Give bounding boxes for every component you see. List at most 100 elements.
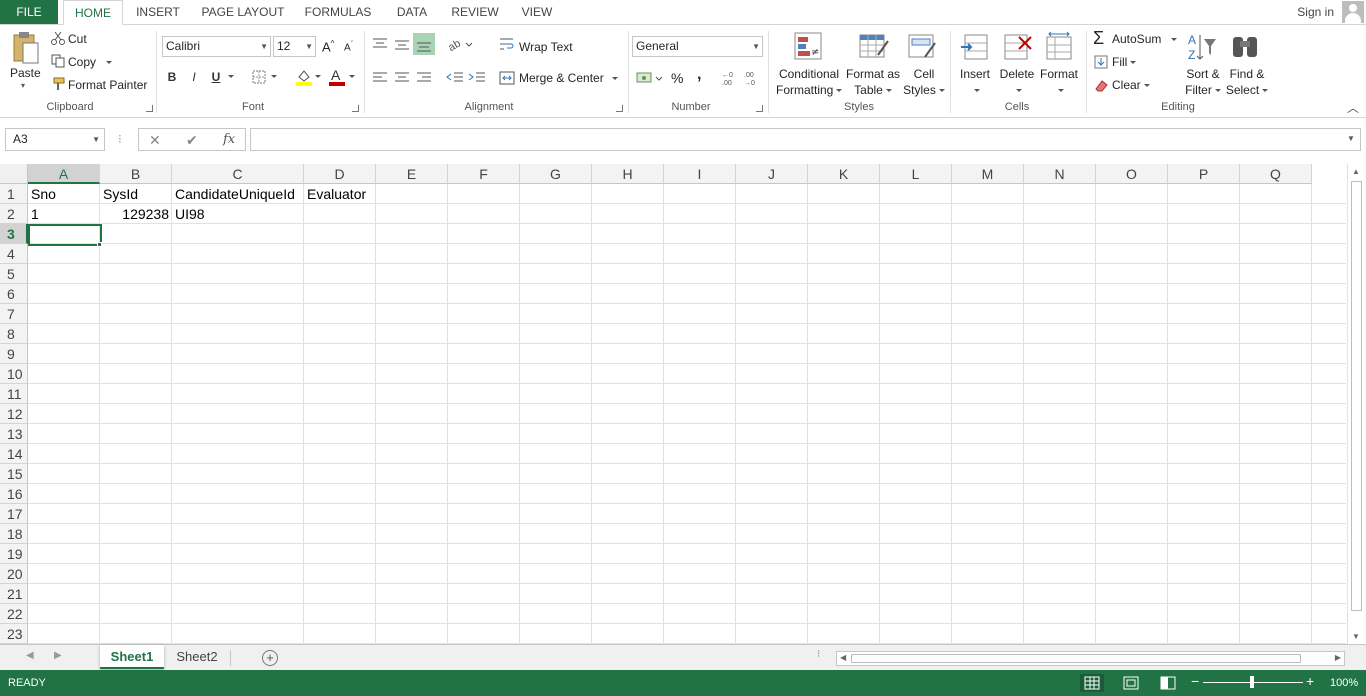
alignment-launcher-icon[interactable] xyxy=(616,105,623,112)
merge-center-icon[interactable] xyxy=(499,70,515,89)
autosum-icon[interactable]: Σ xyxy=(1093,28,1104,49)
column-header-e[interactable]: E xyxy=(376,164,448,184)
row-header-20[interactable]: 20 xyxy=(0,564,28,584)
cell-b1[interactable]: SysId xyxy=(100,184,172,204)
number-format-select[interactable]: General ▼ xyxy=(632,36,763,57)
align-bottom-icon[interactable] xyxy=(413,33,435,55)
align-right-icon[interactable] xyxy=(416,71,432,88)
percent-style-button[interactable]: % xyxy=(671,70,683,86)
vertical-scroll-thumb[interactable] xyxy=(1351,181,1362,611)
row-header-23[interactable]: 23 xyxy=(0,624,28,644)
row-header-14[interactable]: 14 xyxy=(0,444,28,464)
file-tab[interactable]: FILE xyxy=(0,0,58,24)
row-header-12[interactable]: 12 xyxy=(0,404,28,424)
row-header-11[interactable]: 11 xyxy=(0,384,28,404)
cell-area[interactable] xyxy=(28,184,1346,644)
find-select-button[interactable]: Find & Select xyxy=(1225,66,1269,98)
user-avatar-icon[interactable] xyxy=(1342,1,1364,23)
align-top-icon[interactable] xyxy=(372,37,388,54)
row-header-2[interactable]: 2 xyxy=(0,204,28,224)
name-box[interactable]: A3 ▼ xyxy=(5,128,105,151)
cut-button[interactable]: Cut xyxy=(68,32,87,46)
format-cells-button[interactable]: Format xyxy=(1038,66,1080,98)
increase-decimal-icon[interactable]: ←0.00 xyxy=(722,70,740,89)
font-color-icon[interactable]: A xyxy=(328,67,346,89)
fill-color-icon[interactable] xyxy=(295,68,313,89)
cancel-entry-icon[interactable]: ✕ xyxy=(149,132,161,149)
scroll-left-icon[interactable]: ◀ xyxy=(840,653,846,662)
decrease-indent-icon[interactable] xyxy=(446,71,464,88)
horizontal-scrollbar[interactable]: ◀ ▶ xyxy=(836,651,1345,666)
merge-center-button[interactable]: Merge & Center xyxy=(519,71,618,85)
decrease-decimal-icon[interactable]: .00 →0 xyxy=(744,70,762,89)
collapse-ribbon-icon[interactable]: ︿ xyxy=(1347,99,1359,116)
sheet-tab-sheet2[interactable]: Sheet2 xyxy=(166,645,228,669)
row-header-6[interactable]: 6 xyxy=(0,284,28,304)
scroll-down-icon[interactable]: ▼ xyxy=(1352,632,1360,641)
zoom-in-icon[interactable]: + xyxy=(1306,673,1314,689)
tab-review[interactable]: REVIEW xyxy=(449,0,501,24)
font-size-select[interactable]: 12 ▼ xyxy=(273,36,316,57)
column-header-c[interactable]: C xyxy=(172,164,304,184)
sort-filter-icon[interactable]: AZ xyxy=(1186,31,1218,66)
tab-page-layout[interactable]: PAGE LAYOUT xyxy=(197,0,289,24)
column-header-b[interactable]: B xyxy=(100,164,172,184)
vertical-scrollbar[interactable]: ▲ ▼ xyxy=(1347,164,1364,644)
increase-indent-icon[interactable] xyxy=(468,71,486,88)
fill-color-dropdown-icon[interactable] xyxy=(312,69,321,83)
wrap-text-button[interactable]: Wrap Text xyxy=(519,40,573,54)
row-header-3[interactable]: 3 xyxy=(0,224,28,244)
column-header-l[interactable]: L xyxy=(880,164,952,184)
row-header-19[interactable]: 19 xyxy=(0,544,28,564)
prev-sheet-icon[interactable]: ◀ xyxy=(26,650,34,661)
format-painter-button[interactable]: Format Painter xyxy=(68,78,147,92)
zoom-out-icon[interactable]: − xyxy=(1191,673,1199,689)
row-header-5[interactable]: 5 xyxy=(0,264,28,284)
scroll-right-icon[interactable]: ▶ xyxy=(1335,653,1341,662)
conditional-formatting-button[interactable]: Conditional Formatting xyxy=(776,66,843,98)
sheet-tab-sheet1[interactable]: Sheet1 xyxy=(100,645,164,669)
number-launcher-icon[interactable] xyxy=(756,105,763,112)
row-header-18[interactable]: 18 xyxy=(0,524,28,544)
page-layout-view-icon[interactable] xyxy=(1119,674,1143,692)
fill-button[interactable]: Fill xyxy=(1112,55,1137,69)
clipboard-launcher-icon[interactable] xyxy=(146,105,153,112)
row-header-22[interactable]: 22 xyxy=(0,604,28,624)
clear-icon[interactable] xyxy=(1094,78,1108,95)
font-color-dropdown-icon[interactable] xyxy=(346,69,355,83)
normal-view-icon[interactable] xyxy=(1080,674,1104,692)
wrap-text-icon[interactable] xyxy=(499,36,515,55)
worksheet-grid[interactable]: ABCDEFGHIJKLMNOPQ 1 2 3 4 5 6 7 8 9 10 11 12 13 14 15 1… xyxy=(0,164,1346,644)
column-header-m[interactable]: M xyxy=(952,164,1024,184)
fill-icon[interactable] xyxy=(1094,55,1108,72)
column-header-o[interactable]: O xyxy=(1096,164,1168,184)
find-select-icon[interactable] xyxy=(1230,31,1262,66)
select-all-button[interactable] xyxy=(0,164,28,184)
cut-icon[interactable] xyxy=(51,31,65,48)
tab-insert[interactable]: INSERT xyxy=(133,0,183,24)
cell-styles-button[interactable]: Cell Styles xyxy=(902,66,946,98)
underline-dropdown-icon[interactable] xyxy=(225,69,234,83)
copy-button[interactable]: Copy xyxy=(68,55,113,69)
active-cell-border[interactable] xyxy=(28,224,102,246)
orientation-icon[interactable]: ab xyxy=(446,37,473,54)
column-header-f[interactable]: F xyxy=(448,164,520,184)
copy-icon[interactable] xyxy=(51,54,65,71)
insert-function-icon[interactable]: fx xyxy=(223,132,235,147)
font-name-select[interactable]: Calibri ▼ xyxy=(162,36,271,57)
fill-handle[interactable] xyxy=(97,242,102,247)
format-as-table-icon[interactable] xyxy=(858,31,890,66)
expand-formula-bar-icon[interactable]: ▼ xyxy=(1347,134,1355,143)
borders-icon[interactable] xyxy=(252,70,266,87)
borders-dropdown-icon[interactable] xyxy=(268,69,277,83)
shrink-font-button[interactable]: Aˇ xyxy=(344,41,353,53)
row-header-7[interactable]: 7 xyxy=(0,304,28,324)
tab-view[interactable]: VIEW xyxy=(517,0,557,24)
comma-style-button[interactable]: , xyxy=(697,66,701,84)
row-header-21[interactable]: 21 xyxy=(0,584,28,604)
format-painter-icon[interactable] xyxy=(51,77,65,94)
column-header-p[interactable]: P xyxy=(1168,164,1240,184)
paste-button[interactable]: Paste xyxy=(10,66,41,80)
scroll-up-icon[interactable]: ▲ xyxy=(1352,167,1360,176)
column-header-q[interactable]: Q xyxy=(1240,164,1312,184)
